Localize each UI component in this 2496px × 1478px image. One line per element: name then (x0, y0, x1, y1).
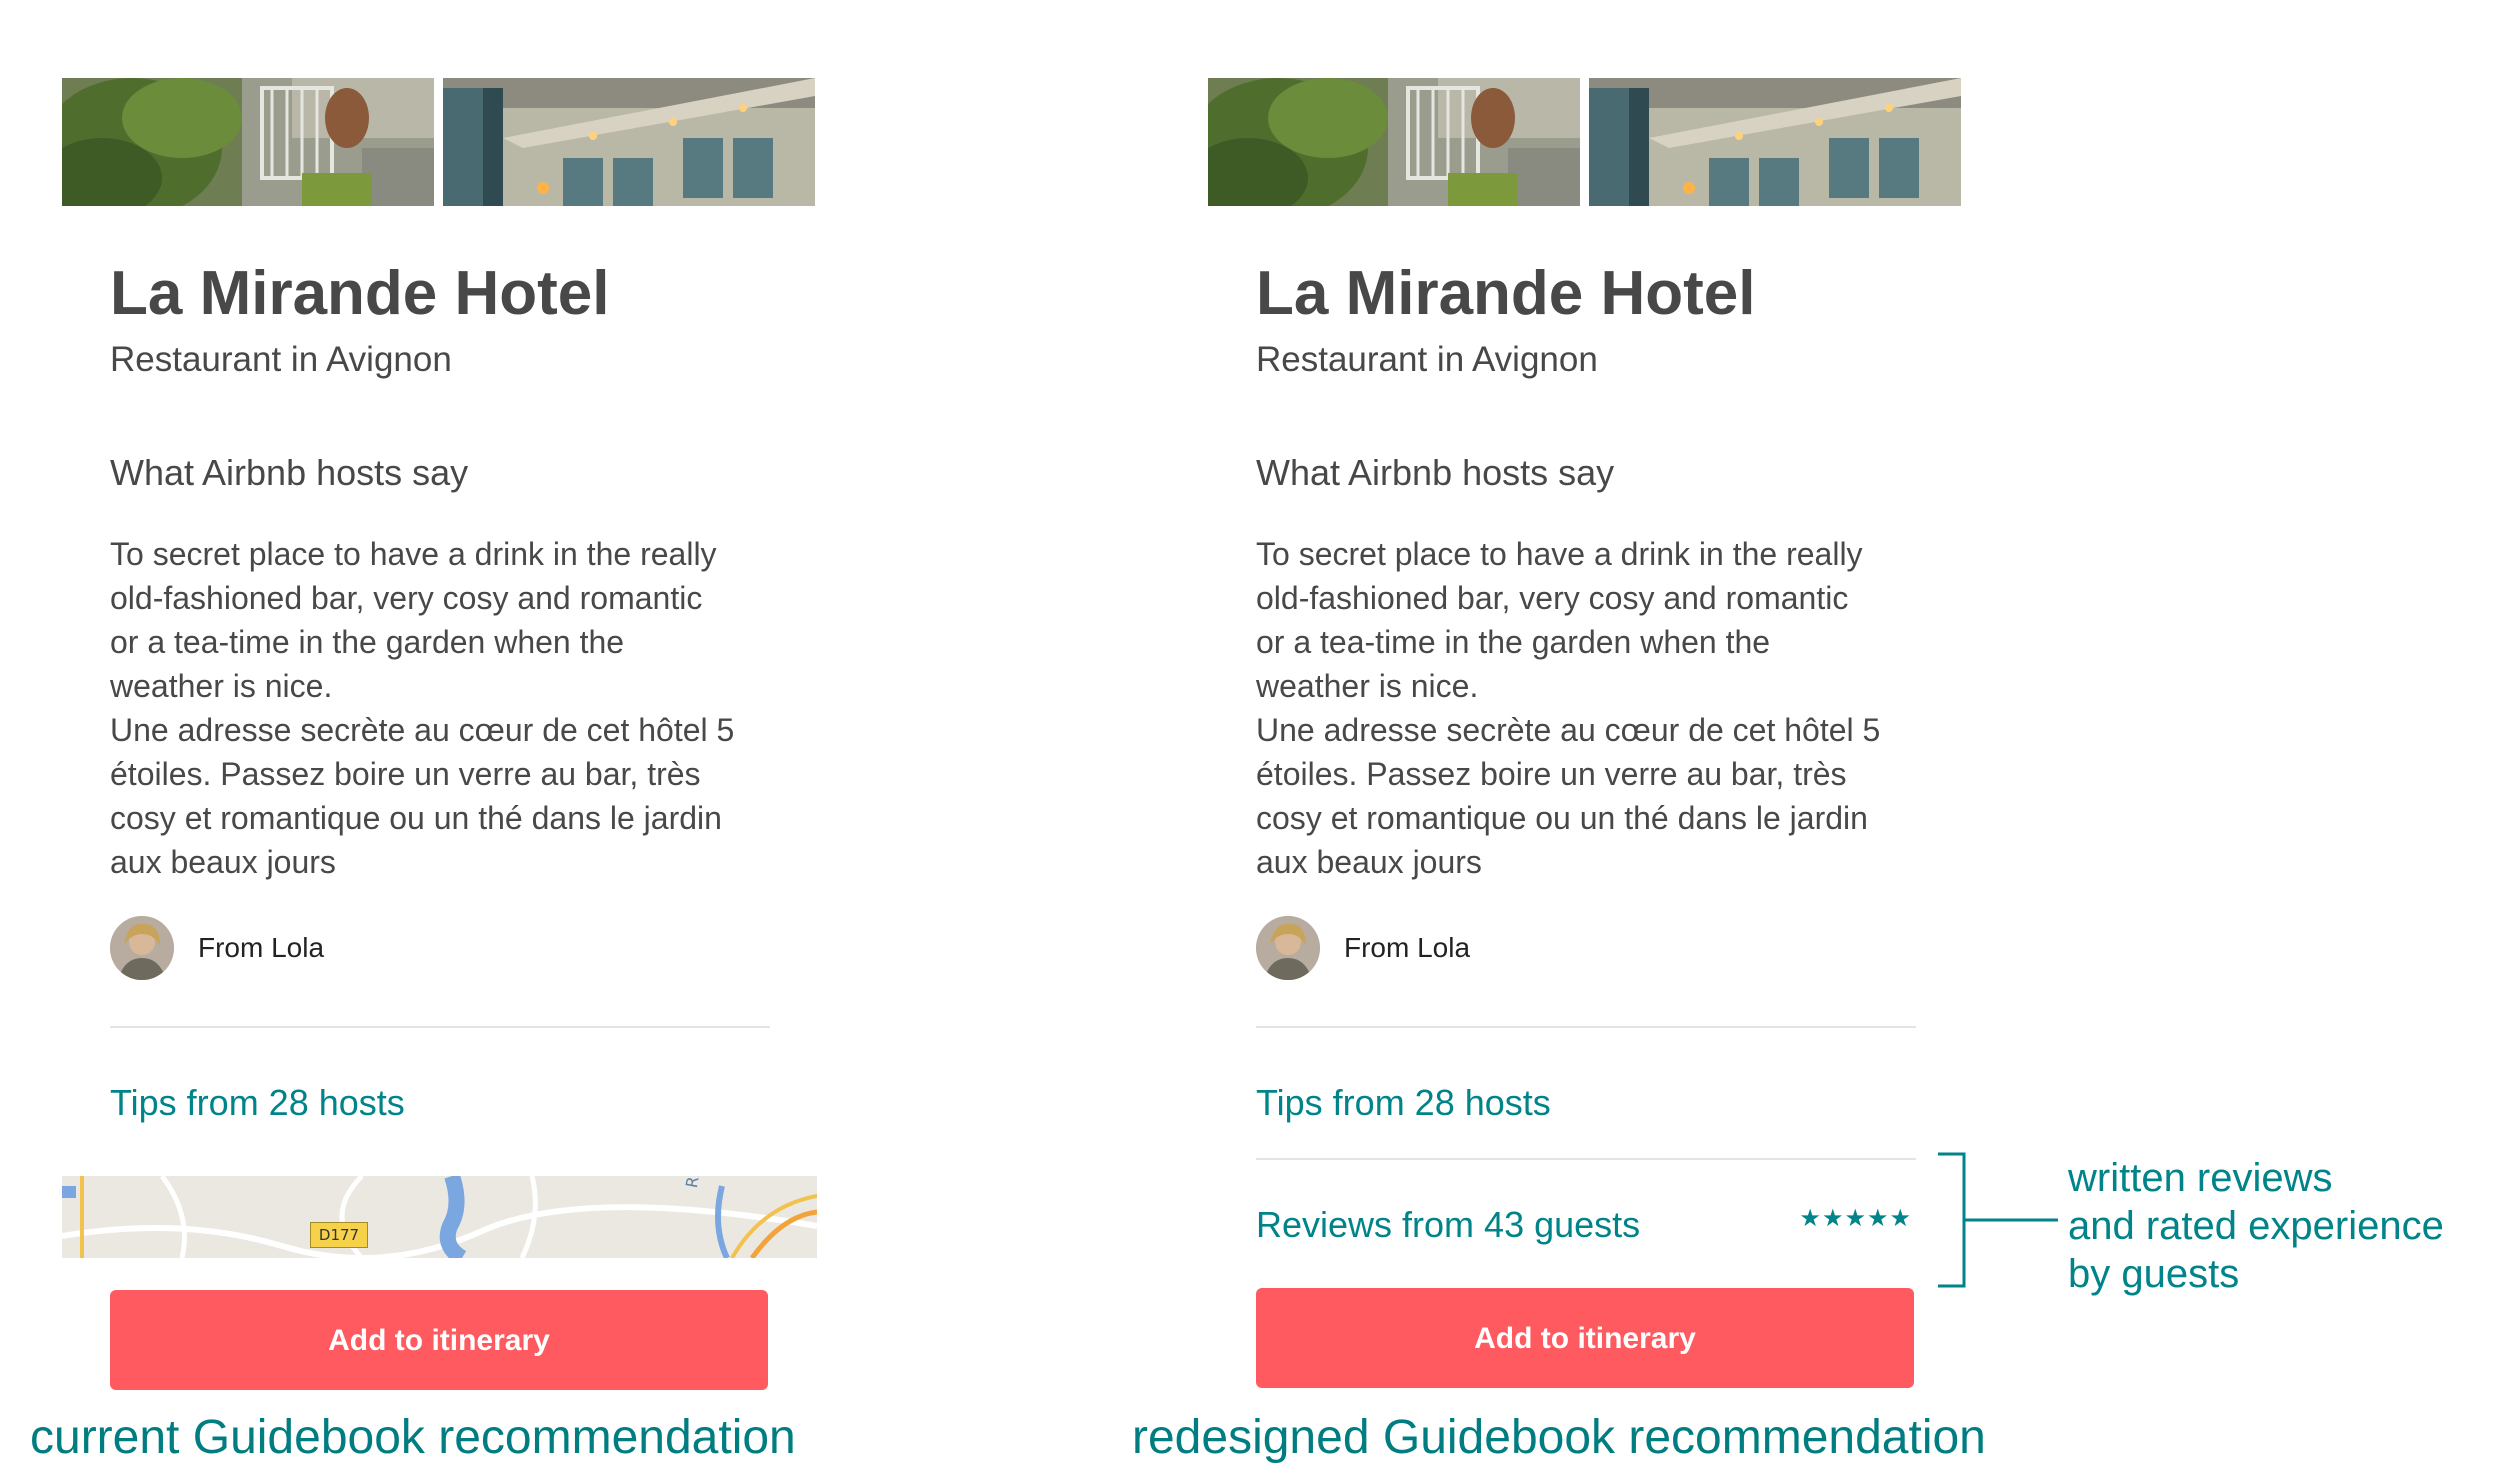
tips-link[interactable]: Tips from 28 hosts (110, 1082, 405, 1124)
annotation-line: by guests (2068, 1252, 2240, 1296)
current-caption: current Guidebook recommendation (30, 1411, 796, 1464)
description-line: To secret place to have a drink in the r… (110, 536, 717, 572)
description-line: weather is nice. (110, 668, 333, 704)
garden-photo[interactable] (1208, 78, 1580, 206)
host-description: To secret place to have a drink in the r… (110, 532, 800, 884)
annotation-line: written reviews (2068, 1156, 2333, 1200)
description-line: étoiles. Passez boire un verre au bar, t… (1256, 756, 1847, 792)
annotation-text: written reviews and rated experience by … (2068, 1154, 2444, 1298)
description-line: weather is nice. (1256, 668, 1479, 704)
place-subtitle: Restaurant in Avignon (1256, 340, 1598, 379)
hosts-say-heading: What Airbnb hosts say (1256, 452, 1615, 493)
description-line: To secret place to have a drink in the r… (1256, 536, 1863, 572)
description-line: étoiles. Passez boire un verre au bar, t… (110, 756, 701, 792)
divider (1256, 1026, 1916, 1028)
description-line: Une adresse secrète au cœur de cet hôtel… (1256, 712, 1881, 748)
place-title: La Mirande Hotel (1256, 259, 1756, 328)
avatar[interactable] (1256, 916, 1320, 980)
map-preview[interactable]: D177 Rhône (62, 1176, 817, 1258)
divider (1256, 1158, 1916, 1160)
redesigned-caption: redesigned Guidebook recommendation (1132, 1411, 1986, 1464)
description-line: cosy et romantique ou un thé dans le jar… (1256, 800, 1868, 836)
place-title: La Mirande Hotel (110, 259, 610, 328)
annotation-line: and rated experience (2068, 1204, 2444, 1248)
description-line: cosy et romantique ou un thé dans le jar… (110, 800, 722, 836)
reviews-row[interactable]: Reviews from 43 guests ★★★★★ (1256, 1190, 1916, 1260)
facade-photo[interactable] (443, 78, 815, 206)
reviews-link[interactable]: Reviews from 43 guests (1256, 1204, 1640, 1246)
author-name: From Lola (1344, 932, 1471, 963)
description-line: Une adresse secrète au cœur de cet hôtel… (110, 712, 735, 748)
facade-photo[interactable] (1589, 78, 1961, 206)
description-line: old-fashioned bar, very cosy and romanti… (110, 580, 703, 616)
avatar[interactable] (110, 916, 174, 980)
tips-link[interactable]: Tips from 28 hosts (1256, 1082, 1551, 1124)
garden-photo[interactable] (62, 78, 434, 206)
current-recommendation-card: La Mirande Hotel Restaurant in Avignon W… (62, 0, 822, 1400)
road-label: D177 (310, 1222, 368, 1248)
place-subtitle: Restaurant in Avignon (110, 340, 452, 379)
description-line: aux beaux jours (1256, 844, 1482, 880)
add-to-itinerary-button[interactable]: Add to itinerary (110, 1290, 768, 1390)
redesigned-recommendation-card: La Mirande Hotel Restaurant in Avignon W… (1208, 0, 1968, 1400)
hosts-say-heading: What Airbnb hosts say (110, 452, 469, 493)
rating-stars: ★★★★★ (1799, 1205, 1912, 1232)
divider (110, 1026, 770, 1028)
host-description: To secret place to have a drink in the r… (1256, 532, 1946, 884)
author-name: From Lola (198, 932, 325, 963)
description-line: or a tea-time in the garden when the (110, 624, 625, 660)
annotation-bracket (1938, 1152, 2058, 1288)
add-to-itinerary-button[interactable]: Add to itinerary (1256, 1288, 1914, 1388)
photo-strip (62, 78, 817, 206)
host-author[interactable]: From Lola (1256, 916, 1916, 982)
description-line: old-fashioned bar, very cosy and romanti… (1256, 580, 1849, 616)
description-line: aux beaux jours (110, 844, 336, 880)
description-line: or a tea-time in the garden when the (1256, 624, 1771, 660)
host-author[interactable]: From Lola (110, 916, 770, 982)
photo-strip (1208, 78, 1963, 206)
